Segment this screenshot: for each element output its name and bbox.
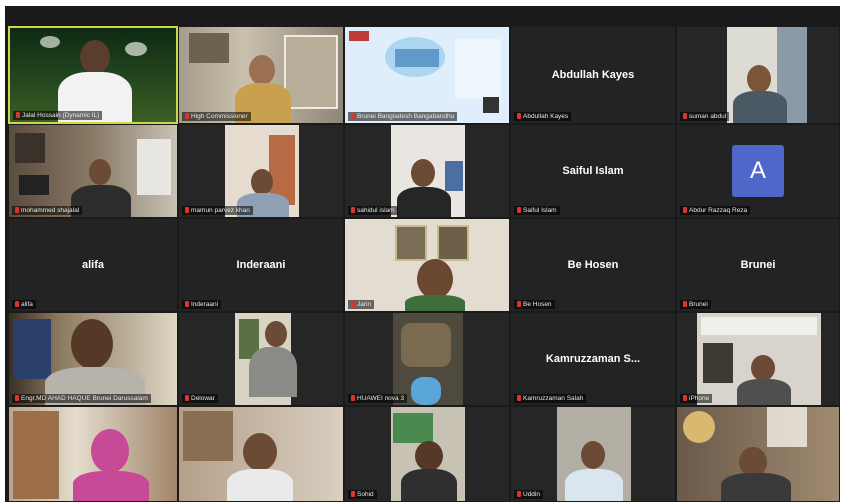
- participant-tile[interactable]: High Commissioner: [178, 26, 344, 124]
- participant-tile[interactable]: [178, 406, 344, 502]
- participant-display-name: alifa: [81, 259, 104, 271]
- participant-tile[interactable]: A Abdur Razzaq Reza: [676, 124, 840, 218]
- mic-muted-icon: [185, 301, 189, 307]
- participant-display-name: Abdullah Kayes: [551, 69, 635, 81]
- participant-tile[interactable]: Jalal Hossain (Dynamic IL): [8, 26, 178, 124]
- mic-muted-icon: [517, 207, 521, 213]
- participant-tile[interactable]: [8, 406, 178, 502]
- participant-name-label: High Commissioner: [182, 112, 251, 121]
- participant-avatar: A: [732, 145, 784, 197]
- mic-muted-icon: [351, 113, 355, 119]
- participant-display-name: Brunei: [740, 259, 776, 271]
- participant-tile[interactable]: alifa alifa: [8, 218, 178, 312]
- participant-name-label: mohammed shajalal: [12, 206, 83, 215]
- participant-tile[interactable]: HUAWEI nova 3: [344, 312, 510, 406]
- mic-muted-icon: [517, 395, 521, 401]
- participant-tile[interactable]: Sohid: [344, 406, 510, 502]
- participant-name-label: Kamruzzaman Salah: [514, 394, 587, 403]
- participant-tile[interactable]: Brunei Bangladesh Bangabandhu: [344, 26, 510, 124]
- participant-tile[interactable]: Engr.MD AHAD HAQUE Brunei Darussalam: [8, 312, 178, 406]
- participant-name-label: iPhone: [680, 394, 713, 403]
- participant-name-label: Jarin: [348, 300, 375, 309]
- participant-name-label: alifa: [12, 300, 36, 309]
- mic-muted-icon: [683, 207, 687, 213]
- participant-tile[interactable]: Brunei Brunei: [676, 218, 840, 312]
- mic-muted-icon: [351, 301, 355, 307]
- participant-name-label: Abdullah Kayes: [514, 112, 572, 121]
- participant-tile[interactable]: Uddin: [510, 406, 676, 502]
- participant-name-label: Abdur Razzaq Reza: [680, 206, 751, 215]
- mic-muted-icon: [351, 207, 355, 213]
- participant-name-label: HUAWEI nova 3: [348, 394, 408, 403]
- mic-muted-icon: [351, 395, 355, 401]
- participant-display-name: Saiful Islam: [562, 165, 624, 177]
- participant-tile[interactable]: Inderaani Inderaani: [178, 218, 344, 312]
- participant-name-label: suman abdul: [680, 112, 730, 121]
- mic-muted-icon: [185, 207, 189, 213]
- mic-muted-icon: [683, 395, 687, 401]
- participant-name-label: Brunei Bangladesh Bangabandhu: [348, 112, 458, 121]
- participant-tile[interactable]: Jarin: [344, 218, 510, 312]
- participant-display-name: Kamruzzaman S...: [545, 353, 641, 365]
- participant-name-label: Jalal Hossain (Dynamic IL): [13, 111, 103, 120]
- participant-name-label: sahidul islam: [348, 206, 398, 215]
- participant-name-label: Be Hosen: [514, 300, 555, 309]
- participant-name-label: mamun parvez khan: [182, 206, 253, 215]
- participant-tile[interactable]: Kamruzzaman S... Kamruzzaman Salah: [510, 312, 676, 406]
- participant-name-label: Brunei: [680, 300, 711, 309]
- mic-muted-icon: [683, 301, 687, 307]
- gallery-view: Jalal Hossain (Dynamic IL) High Commissi…: [8, 26, 840, 502]
- participant-name-label: Delowar: [182, 394, 218, 403]
- mic-muted-icon: [683, 113, 687, 119]
- participant-display-name: Inderaani: [236, 259, 286, 271]
- mic-muted-icon: [517, 301, 521, 307]
- mic-muted-icon: [185, 113, 189, 119]
- zoom-meeting-window: Jalal Hossain (Dynamic IL) High Commissi…: [5, 6, 840, 502]
- participant-tile[interactable]: mamun parvez khan: [178, 124, 344, 218]
- participant-tile[interactable]: suman abdul: [676, 26, 840, 124]
- participant-tile[interactable]: Delowar: [178, 312, 344, 406]
- participant-name-label: Sohid: [348, 490, 377, 499]
- participant-name-label: Engr.MD AHAD HAQUE Brunei Darussalam: [12, 394, 151, 403]
- participant-tile[interactable]: mohammed shajalal: [8, 124, 178, 218]
- mic-muted-icon: [15, 207, 19, 213]
- mic-muted-icon: [15, 395, 19, 401]
- mic-muted-icon: [16, 112, 20, 118]
- participant-tile[interactable]: Abdullah Kayes Abdullah Kayes: [510, 26, 676, 124]
- participant-tile[interactable]: sahidul islam: [344, 124, 510, 218]
- mic-muted-icon: [517, 491, 521, 497]
- participant-tile[interactable]: Saiful Islam Saiful Islam: [510, 124, 676, 218]
- participant-name-label: Inderaani: [182, 300, 222, 309]
- participant-display-name: Be Hosen: [567, 259, 619, 271]
- participant-tile[interactable]: Be Hosen Be Hosen: [510, 218, 676, 312]
- participant-name-label: Saiful Islam: [514, 206, 560, 215]
- participant-name-label: Uddin: [514, 490, 543, 499]
- participant-tile[interactable]: iPhone: [676, 312, 840, 406]
- participant-tile[interactable]: [676, 406, 840, 502]
- mic-muted-icon: [185, 395, 189, 401]
- mic-muted-icon: [517, 113, 521, 119]
- mic-muted-icon: [351, 491, 355, 497]
- mic-muted-icon: [15, 301, 19, 307]
